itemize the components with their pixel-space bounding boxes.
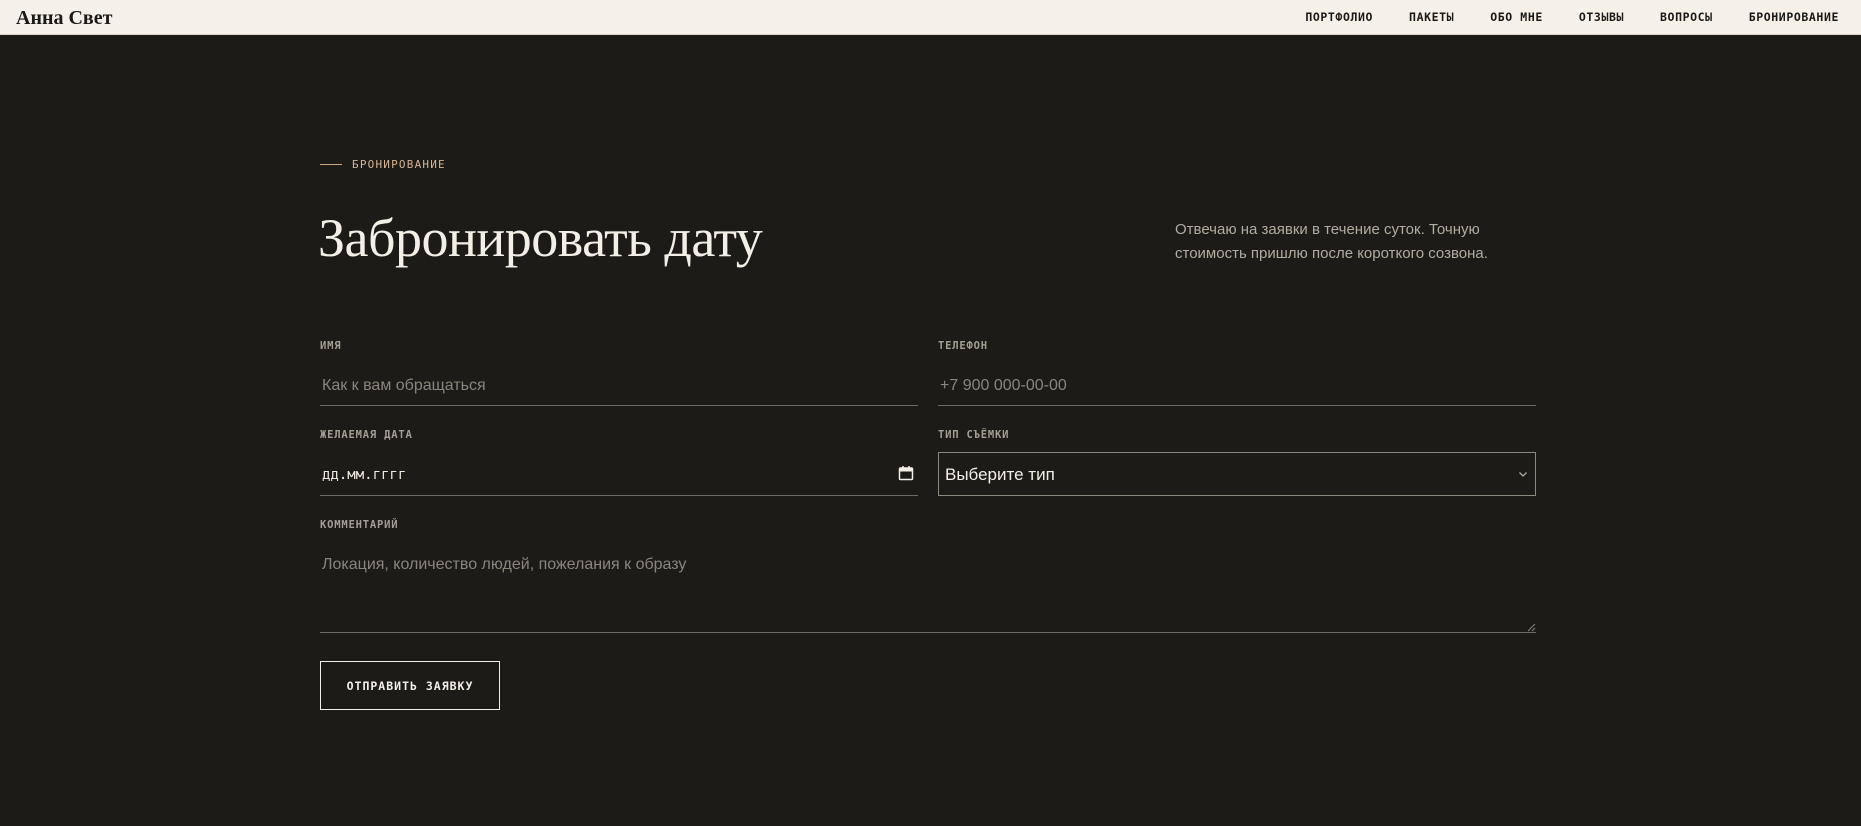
brand-logo[interactable]: Анна Свет [16,7,112,30]
type-label: ТИП СЪЁМКИ [938,429,1010,441]
main-nav: ПОРТФОЛИО ПАКЕТЫ ОБО МНЕ ОТЗЫВЫ ВОПРОСЫ … [1305,10,1839,24]
shoot-type-value: Выберите тип [945,465,1055,484]
comment-placeholder: Локация, количество людей, пожелания к о… [322,556,687,573]
page-title: Забронировать дату [318,208,763,268]
section-eyebrow: БРОНИРОВАНИЕ [320,158,446,171]
nav-item-booking[interactable]: БРОНИРОВАНИЕ [1749,10,1839,24]
name-input[interactable] [320,366,918,406]
phone-input[interactable] [938,366,1536,406]
section-intro: Отвечаю на заявки в течение суток. Точну… [1175,221,1488,262]
chevron-down-icon [1519,472,1527,477]
comment-label: КОММЕНТАРИЙ [320,519,399,531]
date-input[interactable]: дд.мм.гггг [320,454,918,496]
date-value: дд.мм.гггг [322,467,407,483]
top-bar: Анна Свет ПОРТФОЛИО ПАКЕТЫ ОБО МНЕ ОТЗЫВ… [0,0,1861,35]
eyebrow-label: БРОНИРОВАНИЕ [352,158,446,171]
name-label: ИМЯ [320,340,342,352]
shoot-type-select[interactable]: Выберите тип [938,452,1536,496]
nav-item-about[interactable]: ОБО МНЕ [1490,10,1543,24]
nav-item-portfolio[interactable]: ПОРТФОЛИО [1305,10,1373,24]
comment-textarea[interactable]: Локация, количество людей, пожелания к о… [320,548,1536,633]
nav-item-faq[interactable]: ВОПРОСЫ [1660,10,1713,24]
nav-item-reviews[interactable]: ОТЗЫВЫ [1579,10,1624,24]
date-label: ЖЕЛАЕМАЯ ДАТА [320,429,413,441]
calendar-icon[interactable] [898,465,914,481]
nav-item-packages[interactable]: ПАКЕТЫ [1409,10,1454,24]
submit-button[interactable]: ОТПРАВИТЬ ЗАЯВКУ [320,661,500,710]
eyebrow-divider [320,164,342,165]
resize-handle-icon[interactable] [1526,622,1536,632]
phone-label: ТЕЛЕФОН [938,340,988,352]
submit-label: ОТПРАВИТЬ ЗАЯВКУ [346,678,474,693]
